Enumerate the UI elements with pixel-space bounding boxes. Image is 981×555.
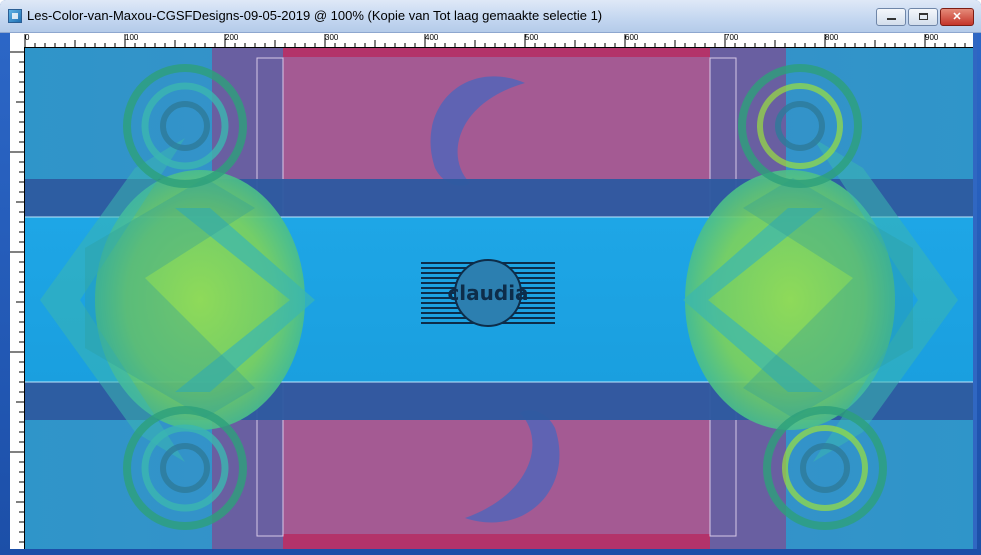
window-title: Les-Color-van-Maxou-CGSFDesigns-09-05-20…	[27, 8, 603, 23]
maximize-button[interactable]	[908, 8, 938, 26]
ruler-label: 100	[125, 33, 139, 42]
vertical-ruler-ticks	[10, 51, 24, 543]
ruler-label: 900	[925, 33, 939, 42]
ruler-label: 400	[425, 33, 439, 42]
watermark-text: claudia	[447, 281, 528, 305]
title-bar[interactable]: Les-Color-van-Maxou-CGSFDesigns-09-05-20…	[0, 0, 981, 33]
ruler-label: 600	[625, 33, 639, 42]
ruler-label: 800	[825, 33, 839, 42]
psp-image-icon[interactable]	[8, 9, 22, 23]
image-window: Les-Color-van-Maxou-CGSFDesigns-09-05-20…	[0, 0, 981, 555]
horizontal-ruler: 0 100 200 300 400 500 600 700 800 900	[10, 33, 973, 48]
minimize-icon	[886, 18, 896, 20]
artwork: claudia	[25, 48, 973, 549]
ruler-label: 0	[25, 33, 30, 42]
maximize-icon	[918, 13, 928, 20]
window-right-edge	[973, 33, 977, 549]
close-icon: ✕	[952, 11, 962, 23]
ruler-label: 500	[525, 33, 539, 42]
ruler-label: 300	[325, 33, 339, 42]
minimize-button[interactable]	[876, 8, 906, 26]
vertical-ruler	[10, 47, 25, 549]
ruler-label: 700	[725, 33, 739, 42]
magenta-top-strip	[283, 48, 710, 57]
image-canvas[interactable]: claudia	[25, 48, 973, 549]
close-button[interactable]: ✕	[940, 8, 974, 26]
magenta-bottom-strip	[283, 534, 710, 549]
ruler-label: 200	[225, 33, 239, 42]
